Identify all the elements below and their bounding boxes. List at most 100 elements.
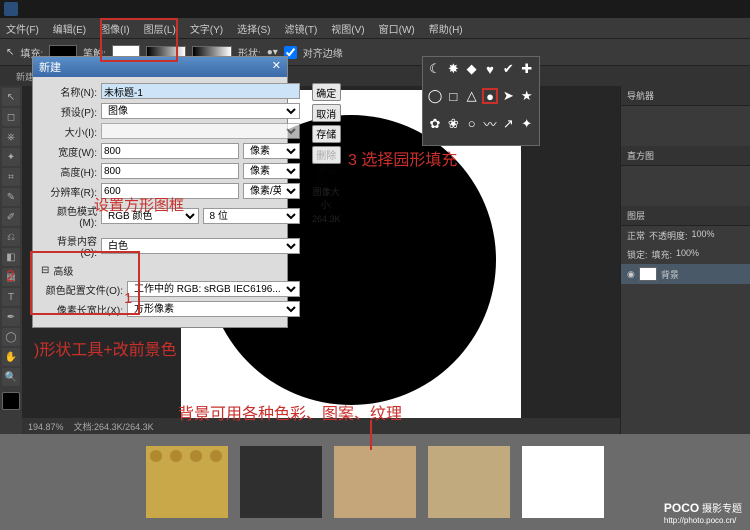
cross-shape-icon[interactable]: ○ [464, 116, 480, 132]
foreground-color-swatch[interactable] [2, 392, 20, 410]
wand-tool-icon[interactable]: ✦ [2, 148, 20, 166]
height-label: 高度(H): [41, 164, 97, 179]
text-tool-icon[interactable]: T [2, 288, 20, 306]
layer-thumb-icon [639, 267, 657, 281]
align-label: 对齐边缘 [303, 45, 343, 60]
annotation-num-1: 1 [124, 290, 132, 307]
width-label: 宽度(W): [41, 144, 97, 159]
menu-filter[interactable]: 滤镜(T) [285, 21, 318, 36]
triangle-shape-icon[interactable]: △ [464, 88, 480, 104]
eraser-tool-icon[interactable]: ◧ [2, 248, 20, 266]
layer-background[interactable]: ◉ 背景 [621, 264, 750, 284]
profile-select[interactable]: 工作中的 RGB: sRGB IEC6196... [127, 281, 300, 297]
width-field[interactable] [101, 143, 239, 159]
mode-label: 颜色模式(M): [41, 203, 97, 229]
opacity-value[interactable]: 100% [692, 229, 715, 242]
menu-window[interactable]: 窗口(W) [379, 21, 415, 36]
shape-picker-popup[interactable]: ☾ ✸ ◆ ♥ ✔ ✚ ◯ □ △ ● ➤ ★ ✿ ❀ ○ 〰 ↗ ✦ [422, 56, 540, 146]
fill-pct-label: 填充: [652, 248, 673, 261]
menu-view[interactable]: 视图(V) [331, 21, 364, 36]
width-unit[interactable]: 像素 [243, 143, 300, 159]
annotation-bottom-text: 背景可用各种色彩、图案、纹理 [178, 400, 402, 424]
cancel-button[interactable]: 取消 [312, 104, 341, 122]
bottom-swatches [0, 434, 750, 530]
opacity-label: 不透明度: [649, 229, 688, 242]
plus-shape-icon[interactable]: ✚ [519, 61, 535, 77]
pen-tool-icon[interactable]: ✒ [2, 308, 20, 326]
visibility-icon[interactable]: ◉ [627, 269, 635, 280]
clone-tool-icon[interactable]: ⎌ [2, 228, 20, 246]
titlebar [0, 0, 750, 18]
bits-select[interactable]: 8 位 [203, 208, 301, 224]
close-icon[interactable]: ✕ [272, 59, 281, 75]
annotation-num-2: 2 [6, 268, 15, 286]
navigator-tab[interactable]: 导航器 [621, 86, 750, 106]
watermark: POCO 摄影专题 http://photo.poco.cn/ [664, 500, 742, 526]
height-field[interactable] [101, 163, 239, 179]
dialog-title: 新建 [39, 59, 61, 75]
flower-shape-icon[interactable]: ❀ [445, 116, 461, 132]
texture-tan-swatch[interactable] [334, 446, 416, 518]
menu-type[interactable]: 文字(Y) [190, 21, 223, 36]
eyedropper-tool-icon[interactable]: ✎ [2, 188, 20, 206]
arrow2-shape-icon[interactable]: ↗ [500, 116, 516, 132]
right-panels: 导航器 直方图 图层 正常 不透明度: 100% 锁定: 填充: 100% ◉ … [620, 86, 750, 434]
lasso-tool-icon[interactable]: ⎈ [2, 128, 20, 146]
size-select[interactable] [101, 123, 300, 139]
ring-shape-icon[interactable]: ◯ [427, 88, 443, 104]
preset-label: 预设(P): [41, 104, 97, 119]
menu-select[interactable]: 选择(S) [237, 21, 270, 36]
texture-gold-swatch[interactable] [146, 446, 228, 518]
arrow-shape-icon[interactable]: ➤ [500, 88, 516, 104]
circle-shape-icon[interactable]: ● [482, 88, 498, 104]
preset-select[interactable]: 图像 [101, 103, 300, 119]
texture-canvas-swatch[interactable] [428, 446, 510, 518]
fill-pct-value[interactable]: 100% [676, 248, 699, 261]
moon-shape-icon[interactable]: ☾ [427, 61, 443, 77]
menu-help[interactable]: 帮助(H) [429, 21, 463, 36]
save-preset-button[interactable]: 存储预设(S)... [312, 125, 341, 143]
size-label: 大小(I): [41, 124, 97, 139]
check-shape-icon[interactable]: ✔ [500, 61, 516, 77]
histogram-tab[interactable]: 直方图 [621, 146, 750, 166]
menu-edit[interactable]: 编辑(E) [53, 21, 86, 36]
heart-shape-icon[interactable]: ♥ [482, 61, 498, 77]
wave-shape-icon[interactable]: 〰 [482, 116, 498, 132]
cursor-icon: ↖ [6, 47, 14, 58]
ok-button[interactable]: 确定 [312, 83, 341, 101]
histogram-panel [621, 166, 750, 206]
aspect-select[interactable]: 方形像素 [127, 301, 300, 317]
square-shape-icon[interactable]: □ [445, 88, 461, 104]
gear-shape-icon[interactable]: ✦ [519, 116, 535, 132]
annotation-text-2: )形状工具+改前景色 [34, 336, 177, 360]
crop-tool-icon[interactable]: ⌗ [2, 168, 20, 186]
zoom-level[interactable]: 194.87% [28, 422, 64, 432]
diamond-shape-icon[interactable]: ◆ [464, 61, 480, 77]
doc-info: 文档:264.3K/264.3K [74, 422, 154, 432]
star-shape-icon[interactable]: ★ [519, 88, 535, 104]
height-unit[interactable]: 像素 [243, 163, 300, 179]
shape-tool-icon[interactable]: ◯ [2, 328, 20, 346]
filesize-value: 264.3K [312, 214, 341, 224]
brush-tool-icon[interactable]: ✐ [2, 208, 20, 226]
blend-mode[interactable]: 正常 [627, 229, 645, 242]
name-field[interactable] [101, 83, 300, 99]
delete-preset-button[interactable]: 删除预设(D)... [312, 146, 341, 164]
marquee-tool-icon[interactable]: ◻ [2, 108, 20, 126]
res-unit[interactable]: 像素/英寸 [243, 183, 300, 199]
burst-shape-icon[interactable]: ✸ [445, 61, 461, 77]
zoom-tool-icon[interactable]: 🔍 [2, 368, 20, 386]
annotation-line [370, 420, 372, 450]
annotation-text-1: 设置方形图框 [94, 194, 184, 215]
menu-file[interactable]: 文件(F) [6, 21, 39, 36]
layers-tab[interactable]: 图层 [621, 206, 750, 226]
hand-tool-icon[interactable]: ✋ [2, 348, 20, 366]
toolbox: ↖ ◻ ⎈ ✦ ⌗ ✎ ✐ ⎌ ◧ ▦ T ✒ ◯ ✋ 🔍 [0, 86, 22, 434]
texture-dark-swatch[interactable] [240, 446, 322, 518]
clover-shape-icon[interactable]: ✿ [427, 116, 443, 132]
navigator-panel [621, 106, 750, 146]
annotation-text-3: 3 选择园形填充 [348, 146, 457, 170]
name-label: 名称(N): [41, 84, 97, 99]
move-tool-icon[interactable]: ↖ [2, 88, 20, 106]
texture-white-swatch[interactable] [522, 446, 604, 518]
